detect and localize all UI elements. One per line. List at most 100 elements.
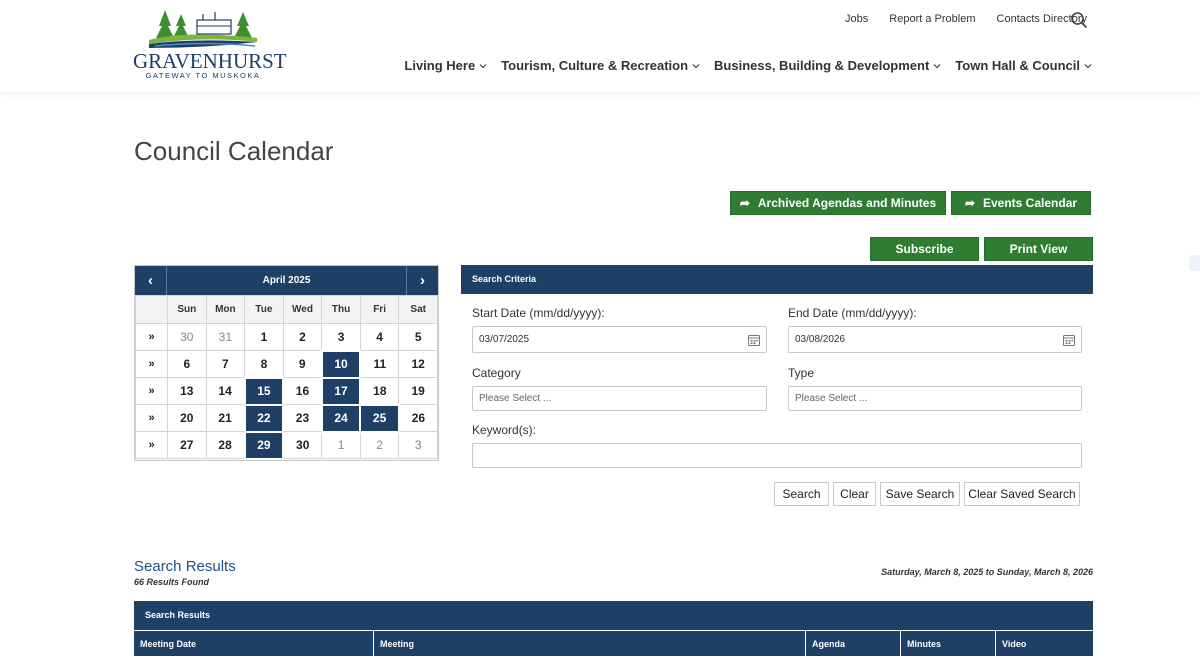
calendar-day[interactable]: 30: [282, 431, 323, 459]
week-select-button[interactable]: »: [135, 431, 168, 459]
calendar-day[interactable]: 31: [205, 323, 246, 351]
category-select[interactable]: Please Select ...: [472, 386, 767, 411]
calendar-day[interactable]: 27: [167, 431, 207, 459]
calendar-icon[interactable]: [748, 334, 760, 346]
keyword-input[interactable]: [472, 443, 1082, 468]
save-search-button[interactable]: Save Search: [880, 482, 960, 506]
logo-emblem-icon: [149, 10, 257, 48]
week-select-button[interactable]: »: [135, 350, 168, 378]
calendar-day[interactable]: 26: [398, 404, 438, 432]
calendar-day[interactable]: 16: [282, 377, 323, 405]
end-date-input[interactable]: 03/08/2026: [788, 326, 1082, 353]
chevron-down-icon: [692, 63, 700, 68]
nav-town-hall[interactable]: Town Hall & Council: [955, 58, 1092, 73]
calendar-next-button[interactable]: ›: [406, 266, 438, 295]
end-date-value: 03/08/2026: [795, 334, 846, 345]
keyword-label: Keyword(s):: [472, 423, 537, 437]
calendar-day[interactable]: 3: [321, 323, 361, 351]
calendar-day[interactable]: 23: [282, 404, 323, 432]
search-button[interactable]: Search: [774, 482, 829, 506]
calendar-day[interactable]: 13: [167, 377, 207, 405]
calendar-day[interactable]: 11: [359, 350, 400, 378]
search-results-heading: Search Results: [134, 558, 236, 575]
calendar-day[interactable]: 2: [282, 323, 323, 351]
calendar-icon[interactable]: [1063, 334, 1075, 346]
archived-agendas-button[interactable]: ➦ Archived Agendas and Minutes: [730, 191, 946, 215]
calendar-day[interactable]: 3: [398, 431, 438, 459]
calendar-day[interactable]: 12: [398, 350, 438, 378]
clear-saved-search-button[interactable]: Clear Saved Search: [964, 482, 1080, 506]
calendar-week-row: » 13 14 15 16 17 18 19: [135, 376, 438, 406]
nav-business[interactable]: Business, Building & Development: [714, 58, 941, 73]
calendar-day[interactable]: 18: [359, 377, 400, 405]
nav-living-here[interactable]: Living Here: [404, 58, 487, 73]
category-label: Category: [472, 366, 521, 380]
week-select-button[interactable]: »: [135, 377, 168, 405]
type-select[interactable]: Please Select ...: [788, 386, 1082, 411]
calendar-day[interactable]: 8: [244, 350, 284, 378]
search-criteria-panel: Search Criteria: [461, 265, 1093, 294]
calendar-day[interactable]: 28: [205, 431, 246, 459]
site-logo[interactable]: GRAVENHURST GATEWAY TO MUSKOKA: [133, 8, 287, 82]
mini-calendar: ‹ April 2025 › Sun Mon Tue Wed Thu Fri S…: [134, 265, 439, 461]
calendar-day-event[interactable]: 17: [320, 376, 362, 406]
calendar-day[interactable]: 1: [321, 431, 361, 459]
weekday-header: Wed: [282, 295, 323, 324]
calendar-prev-button[interactable]: ‹: [135, 266, 167, 295]
weekday-header: Sun: [167, 295, 207, 324]
calendar-day[interactable]: 21: [205, 404, 246, 432]
calendar-week-row: » 30 31 1 2 3 4 5: [135, 323, 438, 351]
calendar-day-event[interactable]: 29: [243, 430, 285, 460]
calendar-day[interactable]: 2: [359, 431, 400, 459]
calendar-day[interactable]: 14: [205, 377, 246, 405]
archived-agendas-label: Archived Agendas and Minutes: [757, 196, 937, 210]
util-link-jobs[interactable]: Jobs: [845, 13, 868, 25]
calendar-day[interactable]: 1: [244, 323, 284, 351]
subscribe-button[interactable]: Subscribe: [870, 237, 979, 261]
nav-tourism[interactable]: Tourism, Culture & Recreation: [501, 58, 700, 73]
col-agenda[interactable]: Agenda: [806, 631, 901, 656]
calendar-day-event[interactable]: 15: [243, 376, 285, 406]
calendar-day[interactable]: 30: [167, 323, 207, 351]
col-video[interactable]: Video: [996, 631, 1093, 656]
events-calendar-button[interactable]: ➦ Events Calendar: [951, 191, 1091, 215]
col-meeting[interactable]: Meeting: [374, 631, 806, 656]
weekday-spacer: [135, 295, 168, 324]
calendar-day[interactable]: 9: [282, 350, 323, 378]
calendar-day[interactable]: 20: [167, 404, 207, 432]
calendar-day-event[interactable]: 10: [320, 349, 362, 379]
site-header: GRAVENHURST GATEWAY TO MUSKOKA Jobs Repo…: [0, 0, 1200, 92]
calendar-day[interactable]: 19: [398, 377, 438, 405]
side-scroll-tab[interactable]: [1189, 255, 1200, 271]
events-calendar-label: Events Calendar: [983, 196, 1078, 210]
calendar-grid: Sun Mon Tue Wed Thu Fri Sat » 30 31 1 2 …: [135, 295, 438, 460]
chevron-down-icon: [479, 63, 487, 68]
calendar-weekday-row: Sun Mon Tue Wed Thu Fri Sat: [135, 295, 438, 324]
calendar-day[interactable]: 5: [398, 323, 438, 351]
calendar-day-event[interactable]: 25: [359, 403, 400, 433]
week-select-button[interactable]: »: [135, 404, 168, 432]
col-minutes[interactable]: Minutes: [901, 631, 996, 656]
calendar-day[interactable]: 4: [359, 323, 400, 351]
print-view-button[interactable]: Print View: [984, 237, 1093, 261]
nav-business-label: Business, Building & Development: [714, 58, 930, 73]
calendar-day-event[interactable]: 22: [243, 403, 285, 433]
clear-button[interactable]: Clear: [833, 482, 876, 506]
weekday-header: Sat: [398, 295, 438, 324]
col-meeting-date[interactable]: Meeting Date: [134, 631, 374, 656]
page-title: Council Calendar: [134, 136, 334, 166]
results-table-title: Search Results: [134, 601, 1093, 630]
start-date-input[interactable]: 03/07/2025: [472, 326, 767, 353]
nav-living-here-label: Living Here: [404, 58, 476, 73]
calendar-day-event[interactable]: 24: [320, 403, 362, 433]
search-criteria-title: Search Criteria: [461, 265, 1093, 294]
weekday-header: Tue: [244, 295, 284, 324]
share-arrow-icon: ➦: [964, 196, 975, 210]
search-icon[interactable]: [1070, 11, 1088, 29]
end-date-label: End Date (mm/dd/yyyy):: [788, 306, 917, 320]
week-select-button[interactable]: »: [135, 323, 168, 351]
calendar-day[interactable]: 6: [167, 350, 207, 378]
calendar-day[interactable]: 7: [205, 350, 246, 378]
util-link-report-problem[interactable]: Report a Problem: [889, 13, 975, 25]
start-date-value: 03/07/2025: [479, 334, 530, 345]
